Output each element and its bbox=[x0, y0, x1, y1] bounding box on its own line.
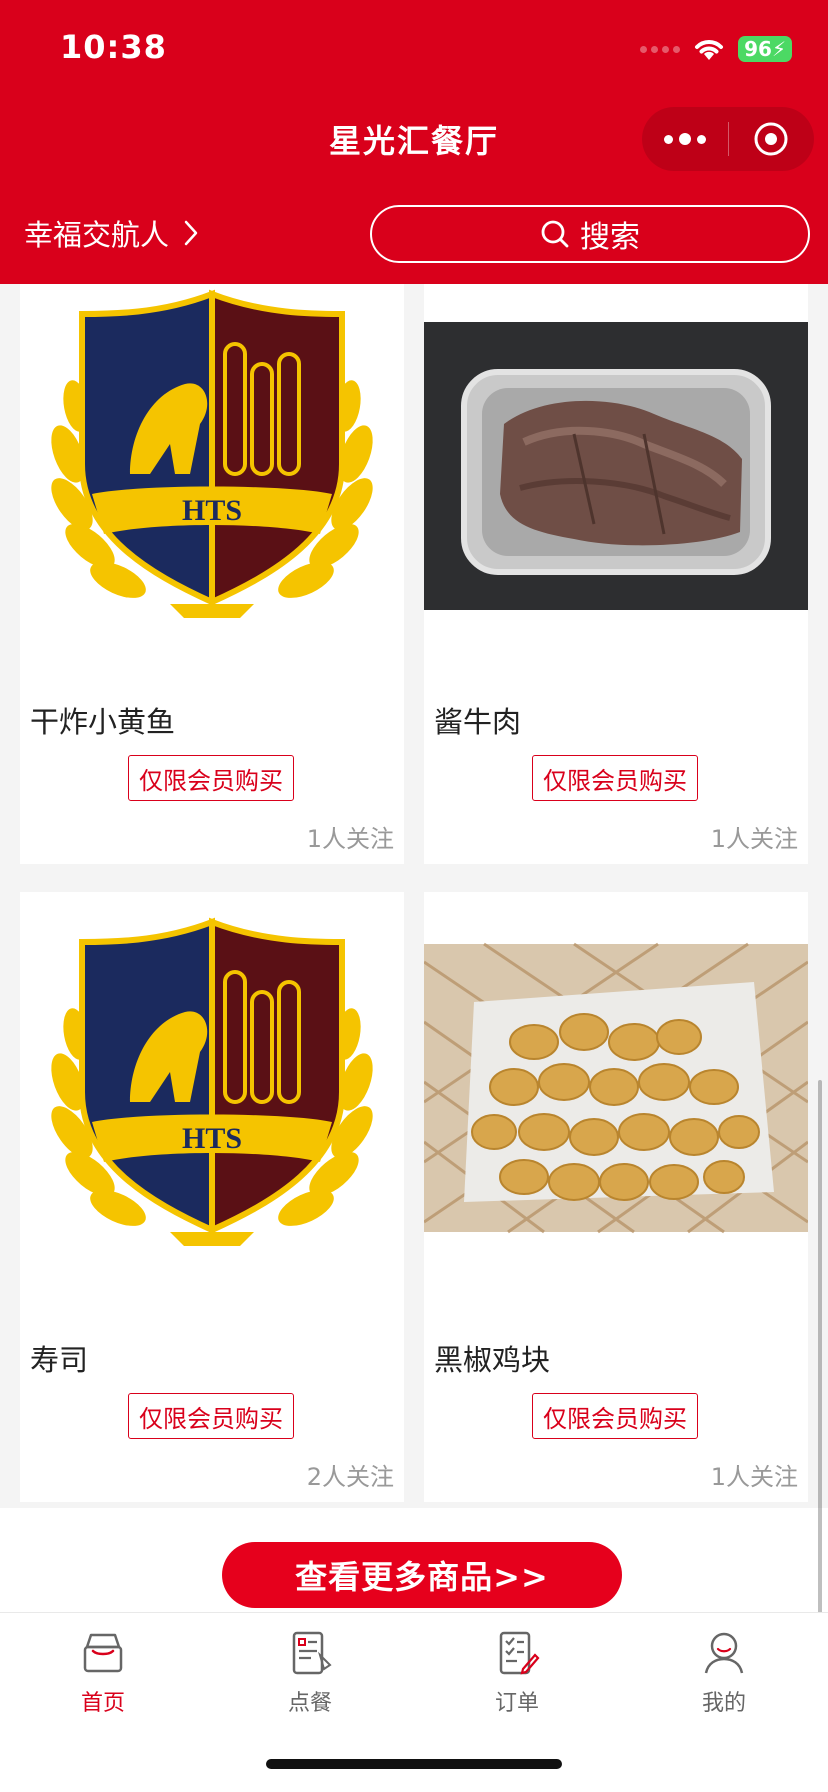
hts-crest-logo: HTS bbox=[51, 289, 373, 618]
battery-level: 96 bbox=[744, 37, 772, 61]
status-time: 10:38 bbox=[60, 28, 167, 66]
view-more-products-button[interactable]: 查看更多商品>> bbox=[222, 1542, 622, 1608]
wifi-icon bbox=[695, 40, 724, 60]
search-label: 搜索 bbox=[580, 220, 640, 255]
tab-label: 首页 bbox=[80, 1691, 125, 1716]
product-name: 寿司 bbox=[30, 1343, 89, 1377]
product-card[interactable]: HTS 干炸小黄鱼 仅限会员购买 1人关注 bbox=[20, 284, 404, 864]
tab-label: 我的 bbox=[701, 1691, 746, 1716]
follower-count: 1人关注 bbox=[710, 1463, 798, 1491]
user-icon bbox=[704, 1632, 744, 1674]
product-info: 酱牛肉 仅限会员购买 1人关注 bbox=[424, 669, 808, 864]
member-only-tag: 仅限会员购买 bbox=[128, 1393, 294, 1439]
menu-order-icon bbox=[292, 1631, 332, 1675]
miniprogram-capsule bbox=[642, 107, 814, 171]
product-image bbox=[424, 284, 808, 664]
tab-label: 订单 bbox=[494, 1691, 539, 1716]
more-section: 查看更多商品>> bbox=[0, 1508, 828, 1612]
battery-indicator: 96⚡ bbox=[738, 36, 792, 62]
member-only-tag: 仅限会员购买 bbox=[128, 755, 294, 801]
scrollbar[interactable] bbox=[818, 1080, 822, 1660]
store-icon bbox=[83, 1633, 123, 1673]
follower-count: 1人关注 bbox=[710, 825, 798, 853]
more-dots-icon bbox=[663, 133, 706, 145]
svg-text:HTS: HTS bbox=[182, 494, 242, 527]
status-indicators: 96⚡ bbox=[640, 34, 792, 64]
product-info: 寿司 仅限会员购买 2人关注 bbox=[20, 1307, 404, 1502]
tab-label: 点餐 bbox=[287, 1691, 332, 1716]
tab-home[interactable]: 首页 bbox=[43, 1629, 163, 1717]
product-name: 酱牛肉 bbox=[434, 705, 522, 739]
product-name: 干炸小黄鱼 bbox=[30, 705, 176, 739]
order-list-icon bbox=[499, 1631, 540, 1675]
close-miniprogram-button[interactable] bbox=[729, 107, 815, 171]
product-image: HTS bbox=[20, 892, 404, 1297]
product-card[interactable]: HTS 寿司 仅限会员购买 2人关注 bbox=[20, 892, 404, 1502]
member-only-tag: 仅限会员购买 bbox=[532, 1393, 698, 1439]
follower-count: 2人关注 bbox=[306, 1463, 394, 1491]
svg-text:HTS: HTS bbox=[182, 1122, 242, 1155]
product-info: 黑椒鸡块 仅限会员购买 1人关注 bbox=[424, 1307, 808, 1502]
product-image: HTS bbox=[20, 284, 404, 664]
beef-photo bbox=[424, 284, 808, 664]
tab-profile[interactable]: 我的 bbox=[664, 1629, 784, 1717]
member-only-tag: 仅限会员购买 bbox=[532, 755, 698, 801]
hts-crest-logo: HTS bbox=[51, 917, 373, 1246]
home-indicator bbox=[266, 1759, 562, 1769]
store-name-label: 幸福交航人 bbox=[24, 218, 170, 252]
product-info: 干炸小黄鱼 仅限会员购买 1人关注 bbox=[20, 669, 404, 864]
cellular-signal-icon bbox=[640, 45, 681, 53]
product-card[interactable]: 黑椒鸡块 仅限会员购买 1人关注 bbox=[424, 892, 808, 1502]
target-close-icon bbox=[754, 122, 788, 156]
search-button[interactable]: 搜索 bbox=[370, 205, 810, 263]
chicken-nuggets-photo bbox=[424, 892, 808, 1297]
store-selector[interactable]: 幸福交航人 bbox=[24, 212, 199, 254]
tab-orders[interactable]: 订单 bbox=[457, 1629, 577, 1717]
chevron-right-icon bbox=[184, 220, 198, 246]
more-options-button[interactable] bbox=[642, 107, 728, 171]
follower-count: 1人关注 bbox=[306, 825, 394, 853]
search-icon bbox=[541, 220, 569, 248]
product-image bbox=[424, 892, 808, 1297]
product-card[interactable]: 酱牛肉 仅限会员购买 1人关注 bbox=[424, 284, 808, 864]
header: 10:38 96⚡ 星光汇餐厅 幸福交航人 搜索 bbox=[0, 0, 828, 284]
product-name: 黑椒鸡块 bbox=[434, 1343, 551, 1377]
tab-order-food[interactable]: 点餐 bbox=[250, 1629, 370, 1717]
